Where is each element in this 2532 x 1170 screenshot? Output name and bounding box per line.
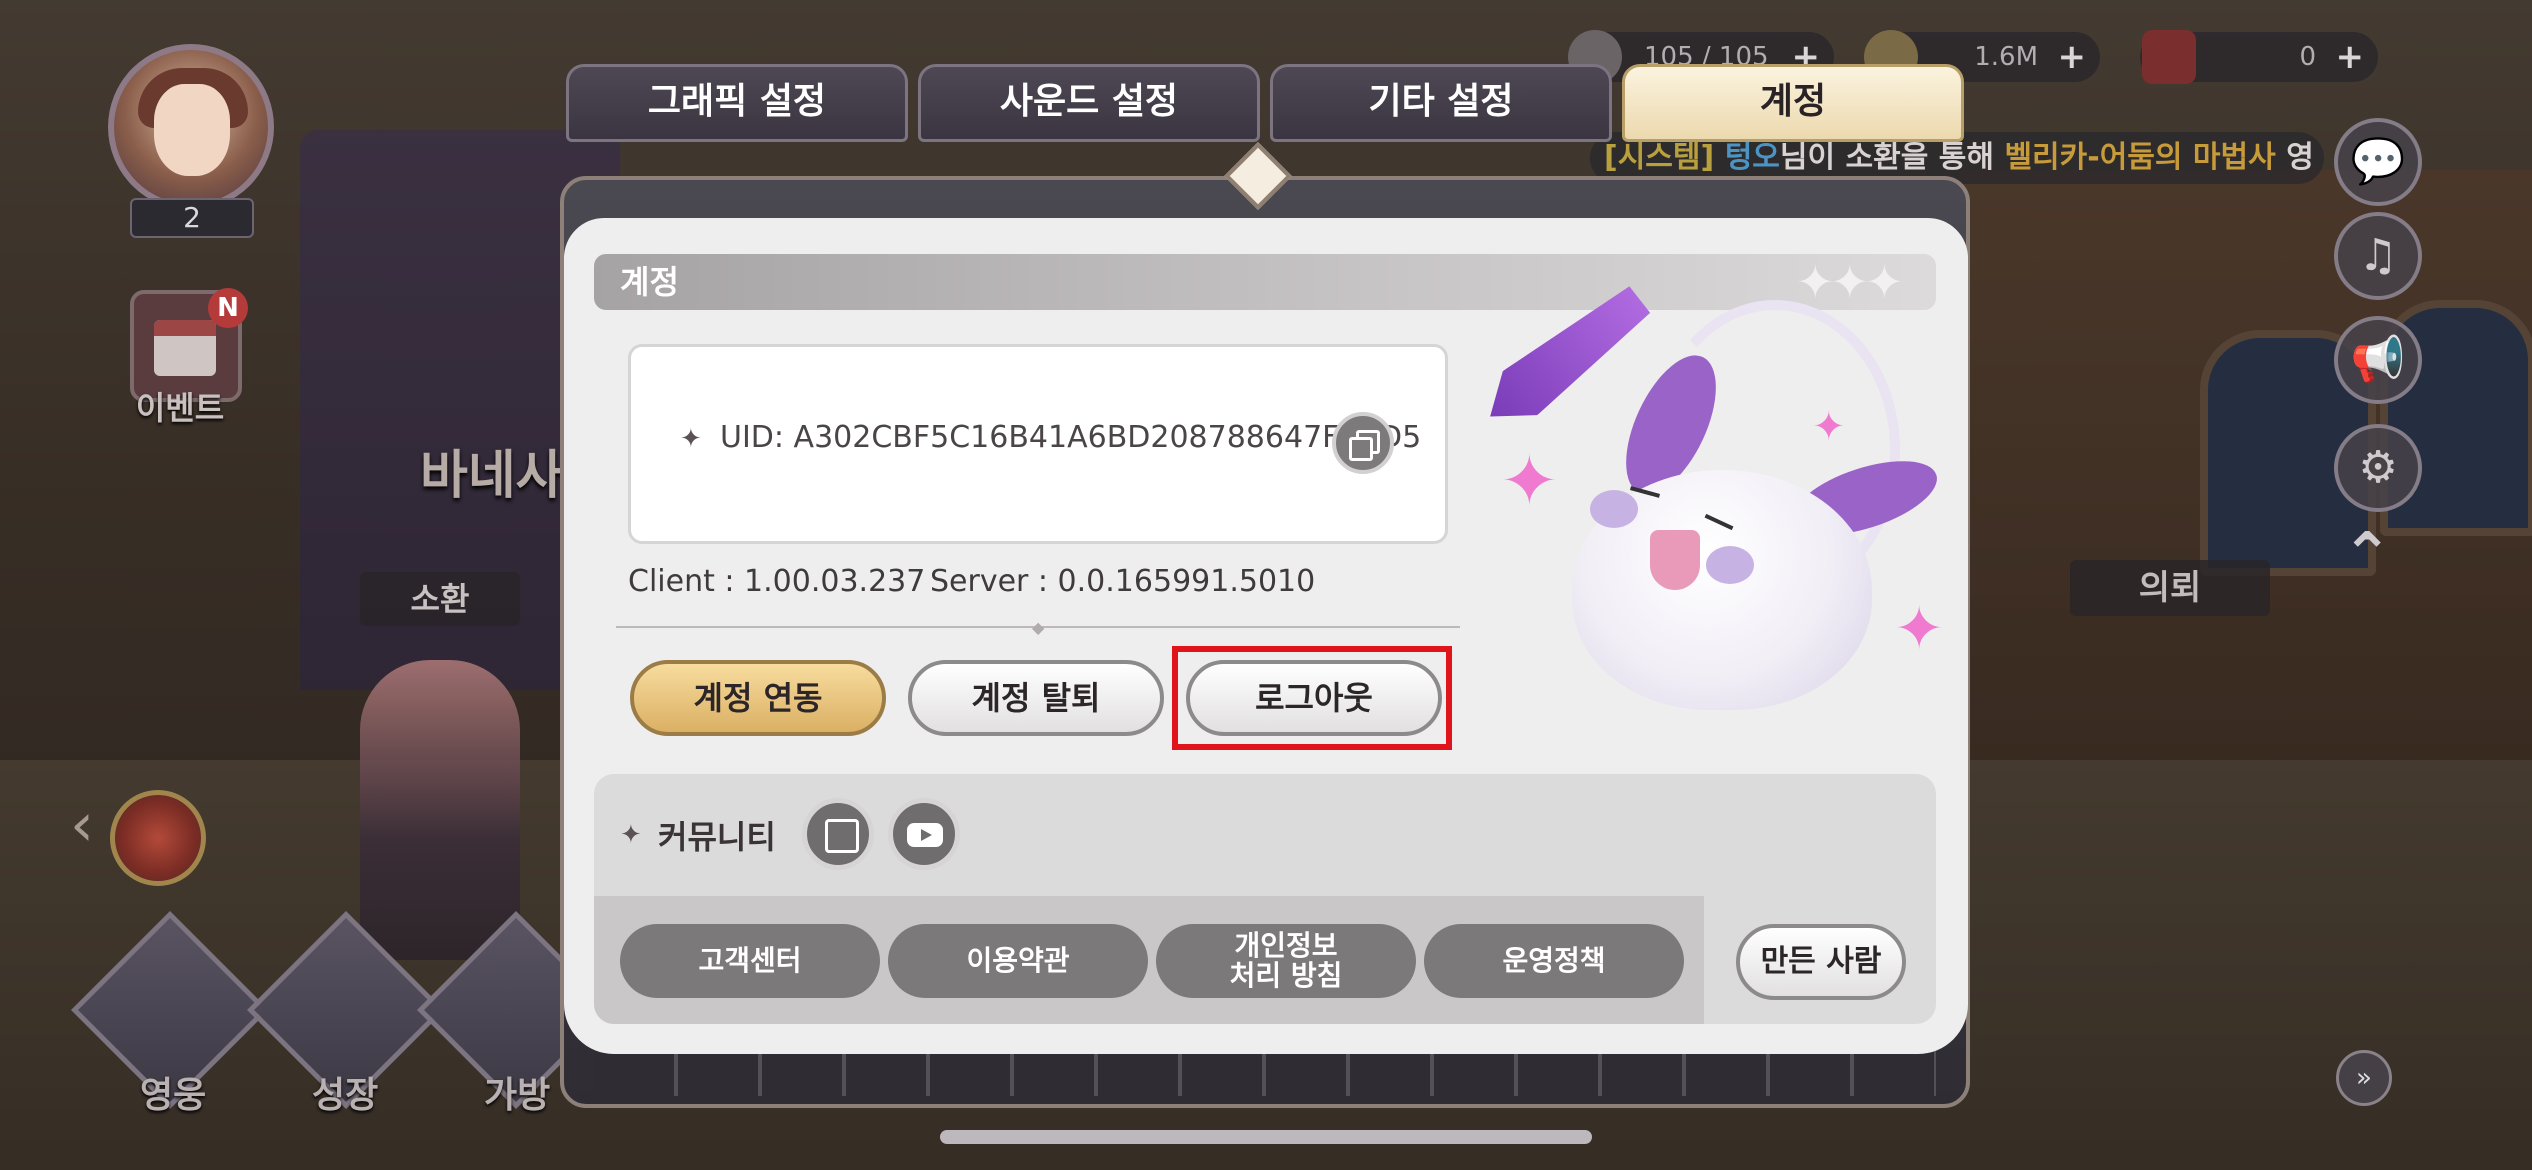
terms-button[interactable]: 이용약관 bbox=[888, 924, 1148, 998]
youtube-icon bbox=[907, 823, 943, 847]
add-gold-button[interactable]: + bbox=[2058, 32, 2087, 82]
client-version: Client : 1.00.03.237 bbox=[628, 564, 926, 599]
privacy-policy-button[interactable]: 개인정보 처리 방침 bbox=[1156, 924, 1416, 998]
event-label: 이벤트 bbox=[135, 389, 225, 427]
edit-icon bbox=[825, 819, 859, 853]
sparkle-icon: ✦ bbox=[1812, 404, 1846, 450]
gear-icon[interactable]: ⚙ bbox=[2334, 424, 2422, 512]
chat-icon[interactable]: 💬 bbox=[2334, 118, 2422, 206]
star-bullet-icon: ✦ bbox=[620, 820, 642, 850]
tab-sound[interactable]: 사운드 설정 bbox=[918, 64, 1260, 142]
avatar-face bbox=[154, 84, 230, 176]
community-label: 커뮤니티 bbox=[658, 818, 776, 856]
chevron-up-icon[interactable]: ⌃ bbox=[2342, 520, 2392, 590]
sparkle-icon: ✦ bbox=[1500, 440, 1559, 522]
customer-center-button[interactable]: 고객센터 bbox=[620, 924, 880, 998]
new-badge: N bbox=[208, 288, 248, 328]
town-name: 바네사 bbox=[420, 446, 564, 506]
summon-label[interactable]: 소환 bbox=[360, 572, 520, 626]
announcement-icon[interactable]: 📢 bbox=[2334, 316, 2422, 404]
mascot-cheek bbox=[1706, 546, 1754, 584]
player-nickname: 텅오 bbox=[1724, 140, 1780, 175]
gem-value: 0 bbox=[2299, 42, 2316, 72]
logout-highlight-box bbox=[1172, 646, 1452, 750]
mascot-cheek bbox=[1590, 490, 1638, 528]
tab-account[interactable]: 계정 bbox=[1622, 64, 1964, 142]
add-gem-button[interactable]: + bbox=[2336, 32, 2365, 82]
forum-edit-button[interactable] bbox=[802, 798, 874, 870]
player-level: 2 bbox=[130, 198, 254, 238]
tab-graphics[interactable]: 그래픽 설정 bbox=[566, 64, 908, 142]
section-header bbox=[594, 254, 1936, 310]
credits-button[interactable]: 만든 사람 bbox=[1736, 924, 1906, 1000]
gem-icon bbox=[2142, 30, 2196, 84]
gift-icon[interactable] bbox=[110, 790, 206, 886]
player-avatar[interactable] bbox=[108, 44, 274, 210]
star-bullet-icon: ✦ bbox=[680, 424, 702, 454]
nav-hero-label: 영웅 bbox=[140, 1075, 207, 1116]
tab-other[interactable]: 기타 설정 bbox=[1270, 64, 1612, 142]
message-text: 님이 소환을 통해 bbox=[1779, 140, 1994, 175]
account-link-button[interactable]: 계정 연동 bbox=[630, 660, 886, 736]
nav-bag-label: 가방 bbox=[484, 1075, 551, 1116]
gold-value: 1.6M bbox=[1974, 42, 2038, 72]
divider-ornament: ◆ bbox=[1032, 618, 1045, 637]
nav-growth-label: 성장 bbox=[312, 1075, 379, 1116]
header-stars-decoration: ✦✦✦ bbox=[1796, 255, 1904, 309]
copy-uid-button[interactable] bbox=[1332, 412, 1394, 474]
home-indicator[interactable] bbox=[940, 1130, 1592, 1144]
fast-forward-icon[interactable]: » bbox=[2336, 1050, 2392, 1106]
mascot-mouth bbox=[1650, 530, 1700, 590]
music-icon[interactable]: ♫ bbox=[2334, 212, 2422, 300]
gem-bar: 0 + bbox=[2140, 30, 2378, 84]
system-prefix: [시스템] bbox=[1604, 140, 1715, 175]
account-withdraw-button[interactable]: 계정 탈퇴 bbox=[908, 660, 1164, 736]
chevron-left-icon[interactable]: ‹ bbox=[70, 790, 94, 860]
item-name: 벨리카-어둠의 마법사 bbox=[2004, 140, 2276, 175]
message-suffix: 영 bbox=[2286, 140, 2314, 175]
section-title: 계정 bbox=[620, 263, 679, 301]
youtube-button[interactable] bbox=[888, 798, 960, 870]
npc-character bbox=[360, 660, 520, 960]
operation-policy-button[interactable]: 운영정책 bbox=[1424, 924, 1684, 998]
uid-text: UID: A302CBF5C16B41A6BD208788647F2AD5 bbox=[720, 420, 1422, 455]
sparkle-icon: ✦ bbox=[1894, 594, 1945, 664]
server-version: Server : 0.0.165991.5010 bbox=[930, 564, 1316, 599]
quest-label[interactable]: 의뢰 bbox=[2070, 560, 2270, 616]
